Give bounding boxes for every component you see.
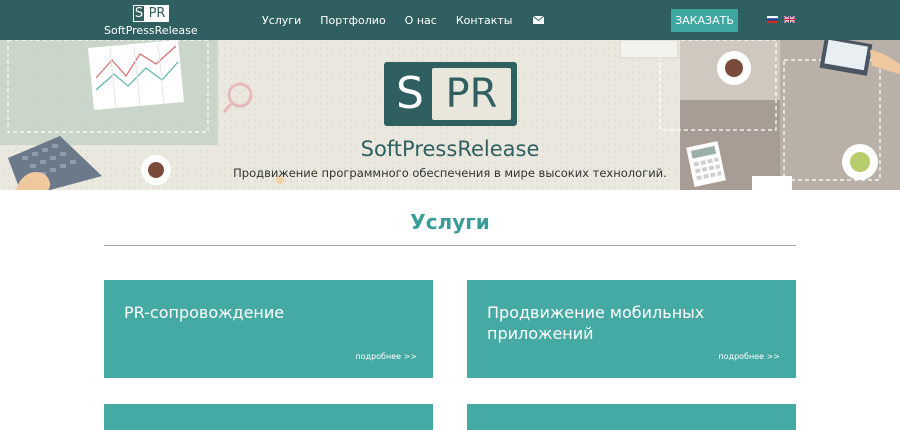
hero-title: SoftPressRelease xyxy=(360,137,540,161)
hero-logo-pr: PR xyxy=(432,68,511,120)
brand-name: SoftPressRelease xyxy=(104,24,198,37)
service-card-3[interactable] xyxy=(104,404,433,430)
service-card-more-link[interactable]: подробнее >> xyxy=(718,352,780,362)
service-card-mobile[interactable]: Продвижение мобильных приложений подробн… xyxy=(467,280,796,378)
hero-logo: S PR xyxy=(384,62,517,126)
services-heading: Услуги xyxy=(410,210,490,234)
service-card-title: Продвижение мобильных приложений xyxy=(487,303,705,343)
brand-mark-s: S xyxy=(133,5,145,22)
hero-logo-s: S xyxy=(396,68,424,119)
russia-flag-icon[interactable] xyxy=(767,16,778,23)
top-navbar: S PR SoftPressRelease Услуги Портфолио О… xyxy=(0,0,900,40)
service-card-pr[interactable]: PR-сопровождение подробнее >> xyxy=(104,280,433,378)
services-divider xyxy=(104,245,796,246)
hero-subtitle: Продвижение программного обеспечения в м… xyxy=(233,166,667,180)
nav-item-about[interactable]: О нас xyxy=(405,14,437,27)
nav-item-services[interactable]: Услуги xyxy=(262,14,301,27)
brand-mark-pr: PR xyxy=(145,5,169,22)
hero-banner: S PR SoftPressRelease Продвижение програ… xyxy=(0,40,900,190)
envelope-icon[interactable] xyxy=(533,16,545,24)
brand-mark: S PR xyxy=(133,5,169,22)
service-card-title: PR-сопровождение xyxy=(124,303,285,322)
service-card-4[interactable] xyxy=(467,404,796,430)
nav-item-contacts[interactable]: Контакты xyxy=(456,14,513,27)
uk-flag-icon[interactable] xyxy=(784,16,795,23)
service-card-more-link[interactable]: подробнее >> xyxy=(355,352,417,362)
nav-item-portfolio[interactable]: Портфолио xyxy=(320,14,385,27)
brand-logo[interactable]: S PR SoftPressRelease xyxy=(104,5,198,37)
order-button[interactable]: ЗАКАЗАТЬ xyxy=(671,9,738,32)
main-nav: Услуги Портфолио О нас Контакты xyxy=(262,0,545,40)
